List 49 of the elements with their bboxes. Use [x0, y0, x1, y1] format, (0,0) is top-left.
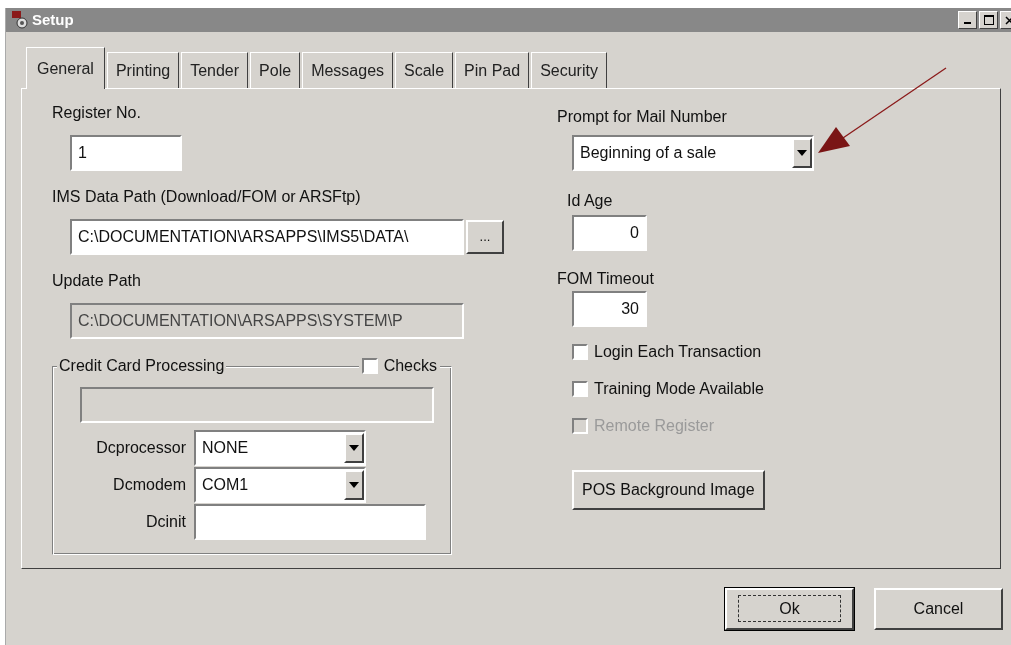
dialog-button[interactable]: Ok [725, 588, 854, 630]
field-label: IMS Data Path (Download/FOM or ARSFtp) [52, 187, 362, 207]
field-label: Prompt for Mail Number [557, 107, 728, 127]
field-label: Dcprocessor [95, 437, 187, 458]
input-field[interactable]: 0 [572, 215, 647, 251]
input-field[interactable] [194, 503, 426, 540]
tab[interactable]: Pin Pad [455, 52, 530, 88]
maximize-icon [983, 15, 994, 25]
dropdown-arrow-button[interactable] [344, 432, 364, 463]
field-label: Update Path [52, 271, 142, 291]
field-label: FOM Timeout [557, 269, 655, 289]
checkbox[interactable] [572, 380, 588, 397]
minimize-icon [964, 22, 971, 24]
dropdown[interactable]: Beginning of a sale [572, 135, 814, 171]
tab[interactable]: Printing [106, 52, 180, 88]
dropdown[interactable]: NONE [194, 429, 366, 466]
tab[interactable]: Messages [302, 52, 394, 88]
caret-icon [797, 150, 807, 156]
minimize-button[interactable] [958, 11, 977, 29]
window-title: Setup [32, 9, 74, 30]
field-label: Register No. [52, 103, 142, 123]
caret-icon [349, 481, 359, 488]
dropdown-arrow-button[interactable] [792, 138, 812, 168]
field-label: Dcmodem [112, 474, 187, 495]
input-field[interactable]: C:\DOCUMENTATION\ARSAPPS\IMS5\DATA\ [70, 219, 464, 255]
field-label: Dcinit [145, 511, 187, 532]
checkbox-label: Remote Register [594, 415, 715, 436]
tab[interactable]: Scale [395, 52, 454, 88]
field-label: Id Age [567, 191, 614, 211]
checkbox-label: Checks [383, 356, 437, 376]
checkbox-label: Training Mode Available [594, 378, 764, 399]
tab[interactable]: Security [531, 52, 607, 88]
maximize-button[interactable] [979, 11, 998, 29]
caret-icon [349, 444, 359, 451]
dialog-button[interactable]: Cancel [874, 588, 1003, 630]
close-icon [1005, 15, 1011, 25]
tab[interactable]: General [26, 47, 105, 89]
checkbox-label: Login Each Transaction [594, 341, 762, 362]
dropdown-arrow-button[interactable] [344, 469, 364, 500]
browse-button[interactable]: ... [466, 220, 504, 254]
app-icon [12, 11, 30, 29]
dropdown[interactable]: COM1 [194, 466, 366, 503]
checkbox[interactable] [572, 343, 588, 360]
tab[interactable]: Tender [181, 52, 249, 88]
checkbox[interactable] [361, 358, 378, 374]
input-field[interactable]: 1 [70, 135, 182, 171]
tab[interactable]: Pole [250, 52, 301, 88]
image-button[interactable]: POS Background Image [572, 470, 765, 510]
input-field[interactable]: 30 [572, 291, 647, 327]
